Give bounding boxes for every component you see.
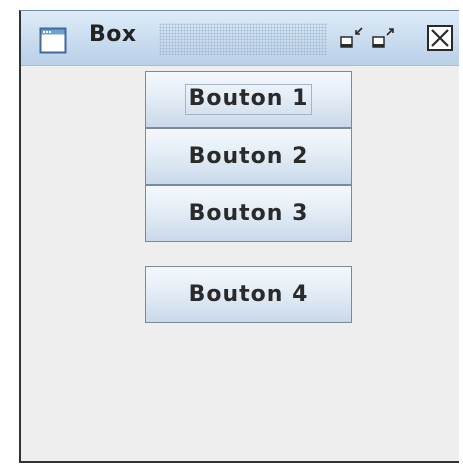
- window-title: Box: [89, 22, 137, 47]
- maximize-icon[interactable]: [369, 23, 399, 53]
- bouton-4-button[interactable]: Bouton 4: [145, 266, 352, 323]
- close-icon[interactable]: [425, 23, 455, 53]
- bouton-3-label: Bouton 3: [188, 201, 309, 226]
- bouton-2-label: Bouton 2: [188, 144, 309, 169]
- bouton-1-button[interactable]: Bouton 1: [145, 71, 352, 128]
- internal-frame-window: Box Bouton 1 Bouton 2 Bouton 3 Bouton 4: [19, 10, 459, 463]
- window-icon: [39, 27, 67, 54]
- bouton-2-button[interactable]: Bouton 2: [145, 128, 352, 185]
- bouton-3-button[interactable]: Bouton 3: [145, 185, 352, 242]
- title-bar[interactable]: Box: [21, 11, 459, 66]
- title-bar-texture: [159, 23, 327, 55]
- bouton-1-label: Bouton 1: [184, 84, 313, 115]
- bouton-4-label: Bouton 4: [188, 282, 309, 307]
- iconify-icon[interactable]: [337, 23, 367, 53]
